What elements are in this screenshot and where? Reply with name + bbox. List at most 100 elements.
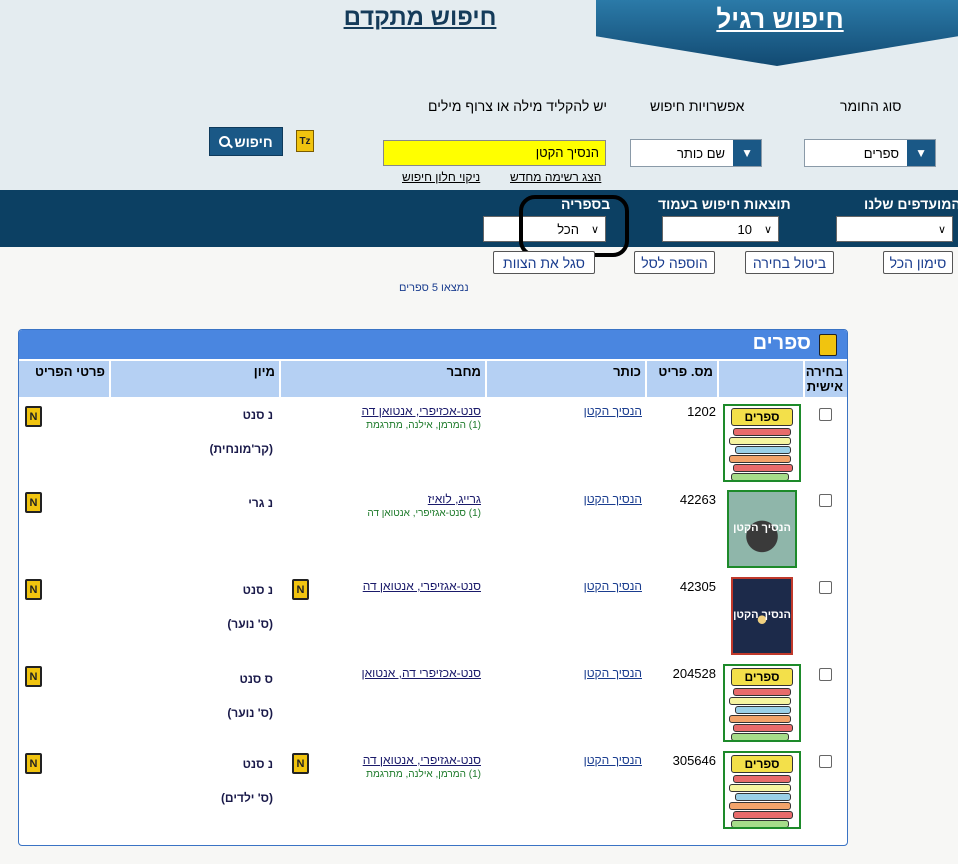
chevron-down-icon: ▼ bbox=[733, 140, 761, 166]
title-link[interactable]: הנסיך הקטן bbox=[584, 404, 642, 418]
filter-bar bbox=[0, 190, 958, 247]
clubs-label: המועדפים שלנו bbox=[864, 196, 961, 212]
translator-text: (1) המרמן, אילנה, מתרגמת bbox=[366, 769, 481, 780]
cover-caption: ספרים bbox=[731, 668, 793, 686]
classification-primary: נ גרי bbox=[248, 496, 273, 510]
item-details-icon[interactable]: N bbox=[25, 492, 42, 513]
item-details-icon[interactable]: N bbox=[25, 579, 42, 600]
search-options-value: שם כותר bbox=[676, 145, 725, 161]
author-link[interactable]: סנט-אגזיפרי, אנטואן דה bbox=[363, 753, 481, 767]
col-cover bbox=[719, 361, 803, 397]
row-checkbox[interactable] bbox=[819, 581, 832, 594]
author-link[interactable]: סנט-אכזיפרי דה, אנטואן bbox=[361, 666, 481, 680]
cover-image[interactable]: ספרים bbox=[723, 751, 801, 829]
classification-secondary: (ס' נוער) bbox=[227, 617, 273, 631]
search-options-label: אפשרויות חיפוש bbox=[650, 98, 745, 114]
chevron-down-icon: ▼ bbox=[907, 140, 935, 166]
inventory-number: 204528 bbox=[672, 666, 716, 681]
table-row: הנסיך הקטן 42263 הנסיך הקטן גרייג, לואיז… bbox=[19, 488, 847, 575]
author-details-icon[interactable]: N bbox=[292, 579, 309, 600]
cover-image[interactable]: הנסיך הקטן bbox=[727, 490, 797, 568]
per-page-select[interactable]: ∨ 10 bbox=[662, 216, 779, 242]
col-selection: בחירה אישית bbox=[805, 361, 847, 397]
results-panel: ספרים בחירה אישית מס. פריט כותר מחבר מיו… bbox=[18, 329, 848, 846]
title-link[interactable]: הנסיך הקטן bbox=[584, 666, 642, 680]
classification-primary: נ סנט bbox=[242, 583, 273, 597]
per-page-label: תוצאות חיפוש בעמוד bbox=[658, 196, 791, 212]
material-type-value: ספרים bbox=[863, 145, 899, 161]
title-link[interactable]: הנסיך הקטן bbox=[584, 753, 642, 767]
page-edge bbox=[958, 0, 974, 864]
chevron-down-icon: ∨ bbox=[763, 223, 773, 236]
results-title: ספרים bbox=[752, 332, 811, 354]
col-details: פרטי הפריט bbox=[19, 361, 109, 397]
team-button[interactable]: סגל את הצוות bbox=[493, 251, 595, 274]
inventory-number: 1202 bbox=[687, 404, 716, 419]
translator-text: (1) סנט-אגזיפרי, אנטואן דה bbox=[367, 508, 481, 519]
search-button[interactable]: חיפוש bbox=[209, 127, 283, 156]
chevron-down-icon: ∨ bbox=[590, 223, 600, 236]
book-icon bbox=[819, 334, 837, 356]
classification-secondary: (ס' ילדים) bbox=[220, 791, 273, 805]
col-author[interactable]: מחבר bbox=[281, 361, 485, 397]
item-details-icon[interactable]: N bbox=[25, 406, 42, 427]
select-all-button[interactable]: סימון הכל bbox=[883, 251, 953, 274]
tab-advanced-search[interactable]: חיפוש מתקדם bbox=[300, 4, 540, 32]
author-link[interactable]: סנט-אכזיפרי, אנטואן דה bbox=[361, 404, 481, 418]
inventory-number: 42263 bbox=[679, 492, 716, 507]
results-header bbox=[19, 330, 847, 359]
classification-primary: ס סנט bbox=[239, 672, 273, 686]
material-type-select[interactable]: ▼ ספרים bbox=[804, 139, 936, 167]
title-link[interactable]: הנסיך הקטן bbox=[584, 492, 642, 506]
show-list-again-link[interactable]: הצג רשימה מחדש bbox=[510, 170, 601, 184]
author-link[interactable]: גרייג, לואיז bbox=[428, 492, 481, 506]
item-details-icon[interactable]: N bbox=[25, 753, 42, 774]
tab-regular-search[interactable]: חיפוש רגיל bbox=[660, 4, 900, 35]
title-link[interactable]: הנסיך הקטן bbox=[584, 579, 642, 593]
table-row: הנסיך הקטן 42305 הנסיך הקטן סנט-אגזיפרי,… bbox=[19, 575, 847, 662]
cover-caption: ספרים bbox=[731, 408, 793, 426]
library-label: בספריה bbox=[561, 196, 611, 212]
add-to-basket-button[interactable]: הוספה לסל bbox=[634, 251, 715, 274]
search-options-select[interactable]: ▼ שם כותר bbox=[630, 139, 762, 167]
chevron-down-icon: ∨ bbox=[937, 223, 947, 236]
cover-title: הנסיך הקטן bbox=[733, 522, 791, 534]
row-checkbox[interactable] bbox=[819, 668, 832, 681]
classification-secondary: (ס' נוער) bbox=[227, 706, 273, 720]
search-button-label: חיפוש bbox=[234, 133, 273, 150]
cover-image[interactable]: הנסיך הקטן bbox=[731, 577, 793, 655]
table-row: ספרים 305646 הנסיך הקטן סנט-אגזיפרי, אנט… bbox=[19, 749, 847, 836]
col-title[interactable]: כותר bbox=[487, 361, 645, 397]
item-details-icon[interactable]: N bbox=[25, 666, 42, 687]
cover-image[interactable]: ספרים bbox=[723, 404, 801, 482]
row-checkbox[interactable] bbox=[819, 494, 832, 507]
search-icon bbox=[219, 136, 231, 147]
results-count: נמצאו 5 ספרים bbox=[399, 282, 469, 294]
library-value: הכל bbox=[557, 221, 579, 237]
classification-primary: נ סנט bbox=[242, 408, 273, 422]
cancel-selection-button[interactable]: ביטול בחירה bbox=[745, 251, 834, 274]
library-select[interactable]: ∨ הכל bbox=[483, 216, 606, 242]
col-inventory[interactable]: מס. פריט bbox=[647, 361, 717, 397]
query-label: יש להקליד מילה או צרוף מילים bbox=[428, 98, 608, 114]
clear-search-link[interactable]: ניקוי חלון חיפוש bbox=[402, 170, 480, 184]
cover-image[interactable]: ספרים bbox=[723, 664, 801, 742]
inventory-number: 305646 bbox=[672, 753, 716, 768]
row-checkbox[interactable] bbox=[819, 408, 832, 421]
table-row: ספרים 204528 הנסיך הקטן סנט-אכזיפרי דה, … bbox=[19, 662, 847, 749]
classification-primary: נ סנט bbox=[242, 757, 273, 771]
cover-title: הנסיך הקטן bbox=[733, 609, 791, 621]
search-input[interactable]: הנסיך הקטן bbox=[383, 140, 606, 166]
author-details-icon[interactable]: N bbox=[292, 753, 309, 774]
cover-caption: ספרים bbox=[731, 755, 793, 773]
inventory-number: 42305 bbox=[679, 579, 716, 594]
table-row: ספרים 1202 הנסיך הקטן סנט-אכזיפרי, אנטוא… bbox=[19, 400, 847, 487]
per-page-value: 10 bbox=[737, 221, 752, 237]
author-link[interactable]: סנט-אגזיפרי, אנטואן דה bbox=[363, 579, 481, 593]
keyboard-tz-icon[interactable]: Tz bbox=[296, 130, 314, 152]
classification-secondary: (קר'מונחית) bbox=[209, 442, 273, 456]
row-checkbox[interactable] bbox=[819, 755, 832, 768]
col-classification[interactable]: מיון bbox=[111, 361, 279, 397]
material-type-label: סוג החומר bbox=[840, 98, 902, 114]
clubs-select[interactable]: ∨ bbox=[836, 216, 953, 242]
